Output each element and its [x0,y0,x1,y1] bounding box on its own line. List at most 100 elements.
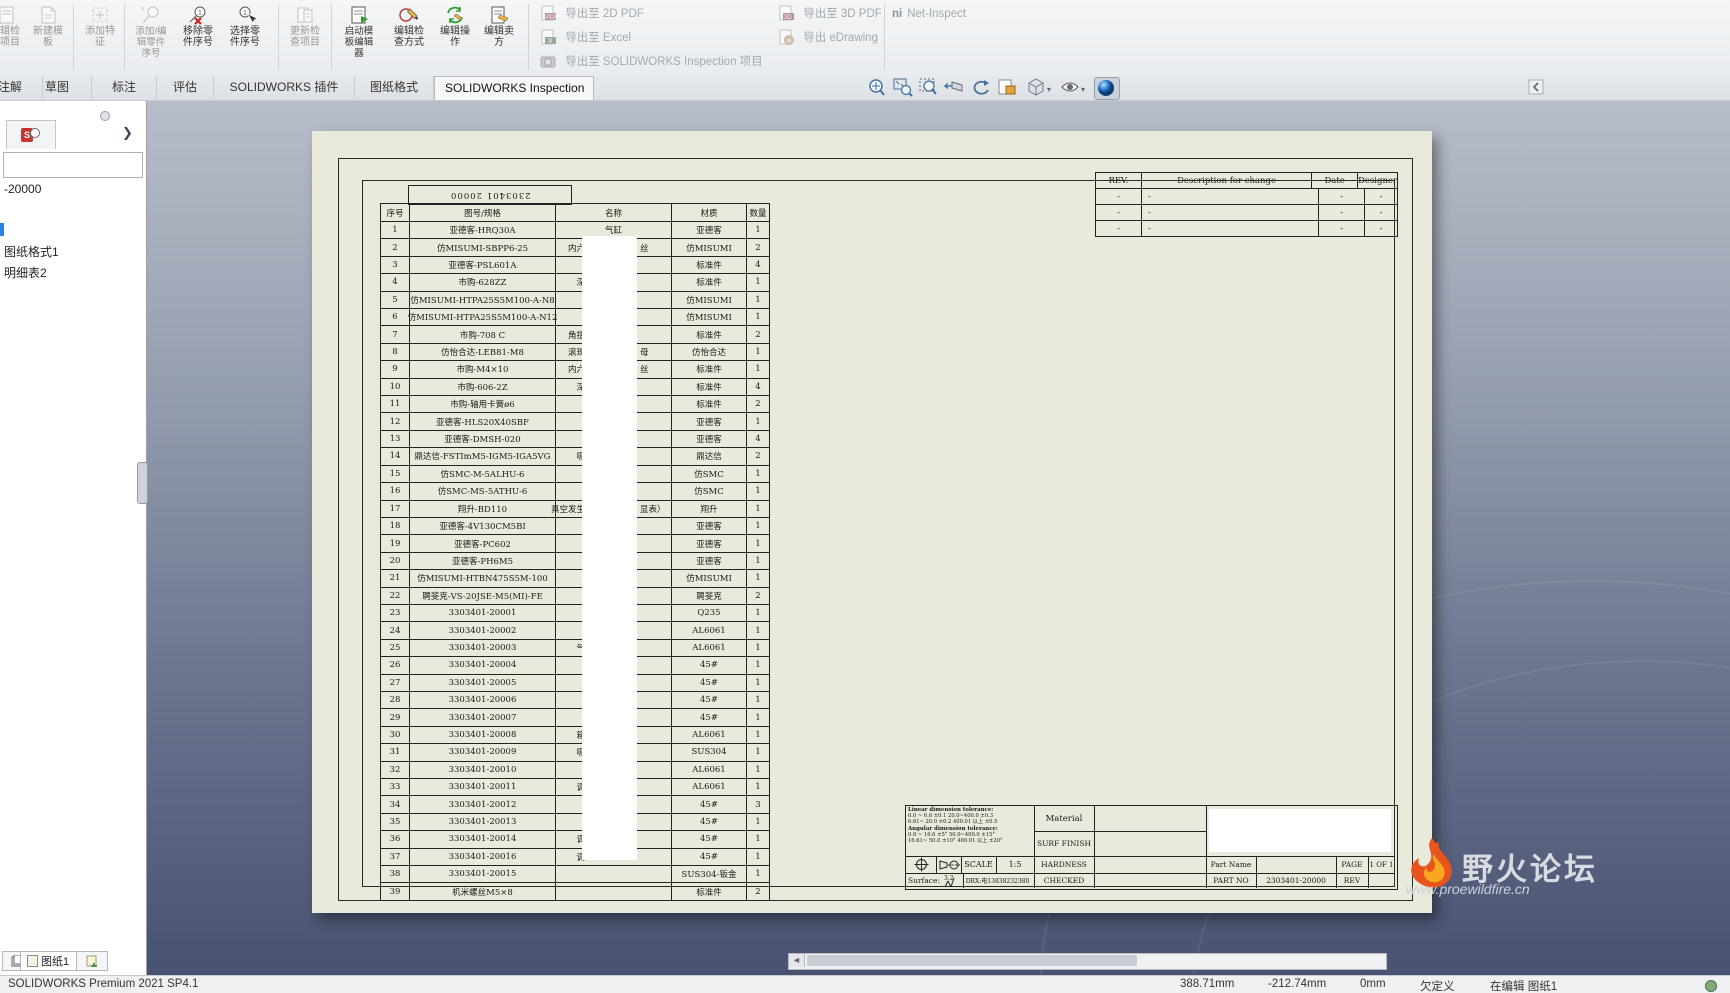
tab-solidworks-addins[interactable]: SOLIDWORKS 插件 [214,76,355,99]
inspection-project-field[interactable] [3,152,143,178]
bom-row: 2 仿MISUMI-SBPP6-25 内六 丝 仿MISUMI 2 [381,238,769,256]
edit-vendor-icon [491,6,509,24]
section-view-icon[interactable] [943,77,968,98]
tree-item-sheet-format[interactable]: 图纸格式1 [4,243,59,260]
revision-table: REV. Description for change Date Designe… [1095,172,1398,237]
hardness-value [1094,856,1207,874]
material-label: Material [1034,806,1095,832]
status-z-coordinate: 0mm [1360,978,1386,990]
launch-template-editor-button[interactable]: 启动模 板编辑 器 [336,2,382,74]
edrawing-icon: e [779,29,794,46]
bom-row: 7 市购-708 C 角接 标准件 2 [381,325,769,343]
chevron-down-icon[interactable]: ▾ [1047,85,1051,94]
bom-row: 24 3303401-20002 AL6061 1 [381,621,769,639]
contact-cell: DRX:电13838232380 [961,873,1035,888]
bom-row: 37 3303401-20016 调 45# 1 [381,847,769,866]
bom-row: 21 仿MISUMI-HTBN475S5M-100 仿MISUMI 1 [381,569,769,587]
update-project-icon [297,7,313,23]
edit-operation-button[interactable]: 编辑操 作 [434,2,476,74]
new-template-button[interactable]: 新建模 板 [26,2,70,74]
censored-region [1209,809,1391,852]
tree-item-bom-table[interactable]: 明细表2 [4,264,47,281]
add-edit-balloon-button[interactable]: * 添加/编 辑零件 序号 [128,2,174,74]
status-bar: SOLIDWORKS Premium 2021 SP4.1 388.71mm -… [0,975,1730,993]
surf-finish-label: SURF FINISH [1034,831,1095,857]
zoom-window-icon[interactable] [892,77,916,98]
add-feature-button[interactable]: 添加特 征 [78,2,122,74]
tab-sketch[interactable]: 草图 [23,76,92,99]
bom-row: 25 3303401-20003 气 AL6061 1 [381,638,769,657]
bom-row: 38 3303401-20015 SUS304-钣金 1 [381,865,769,883]
toolbar-separator [528,4,529,70]
export-2d-pdf-button[interactable]: PDF 导出至 2D PDF [540,3,644,25]
status-definition-state: 欠定义 [1420,981,1455,993]
bom-row: 39 机米螺丝M5×8 标准件 2 [381,882,769,900]
3d-drawing-view-icon[interactable] [996,77,1020,98]
company-logo-cell [1206,806,1395,857]
tab-sheet-format[interactable]: 图纸格式 [355,76,434,99]
bom-row: 31 3303401-20009 吸 SUS304 1 [381,743,769,761]
svg-text:e: e [787,36,792,45]
zoom-to-area-icon[interactable] [918,77,942,98]
chevron-down-icon[interactable]: ▾ [1081,85,1085,94]
export-excel-button[interactable]: X 导出至 Excel [540,27,631,49]
inspection-manager-tab[interactable]: S [6,120,56,149]
export-sw-inspection-project-button[interactable]: 导出至 SOLIDWORKS Inspection 项目 [540,51,763,73]
tab-evaluate[interactable]: 评估 [157,76,214,99]
scroll-left-arrow[interactable]: ◄ [789,954,805,967]
edit-inspection-method-button[interactable]: 编辑检 查方式 [386,2,432,74]
part-no-value: 2303401-20000 [1256,873,1337,888]
status-y-coordinate: -212.74mm [1268,978,1327,990]
drawing-sheet[interactable]: 2303401 20000 序号 图号/规格 名称 材质 数量 1 亚德客-HR… [312,131,1432,913]
tree-item-selected-sliver[interactable] [0,223,4,236]
horizontal-scrollbar[interactable]: ◄ [788,953,1387,970]
panel-expand-arrow-icon[interactable]: ❯ [122,125,133,141]
bom-name-cell [556,883,672,900]
sheet-tab-bar: 图纸1 [0,951,200,971]
net-inspect-button[interactable]: ni Net-Inspect [892,3,966,25]
status-app-version: SOLIDWORKS Premium 2021 SP4.1 [8,978,199,990]
zone-rows-left [338,158,362,902]
export-3d-pdf-button[interactable]: 3D 导出至 3D PDF [778,3,882,25]
edit-inspection-project-button[interactable]: 编辑检 查项目 [0,2,28,74]
solidworks-window: 编辑检 查项目 新建模 板 添加特 征 * 添加/编 辑零件 序号 1 移除零 … [0,0,1730,993]
panel-splitter-dot[interactable] [100,111,110,121]
surface-roughness-symbol: 3.2 [944,875,955,887]
bom-row: 34 3303401-20012 45# 3 [381,795,769,813]
rotate-view-icon[interactable] [970,77,994,98]
pdf-3d-icon: 3D [779,5,794,21]
bom-header-row: 序号 图号/规格 名称 材质 数量 [381,204,769,221]
bom-row: 9 市购-M4×10 内六 丝 标准件 1 [381,360,769,378]
export-edrawing-button[interactable]: e 导出 eDrawing [778,27,878,49]
projection-angle-symbol [936,856,962,874]
tree-item-part-number[interactable]: -20000 [4,182,41,196]
status-indicator-icon[interactable] [1705,980,1717,992]
view-settings-icon[interactable] [1094,77,1120,100]
surface-cell: Surface: 3.2 [906,873,964,888]
panel-resize-grip[interactable] [137,462,148,504]
bom-row: 20 亚德客-PH6M5 亚德客 1 [381,551,769,570]
bom-row: 35 3303401-20013 45# 1 [381,812,769,831]
revision-body: - - - - - - - - - - - - [1096,188,1397,236]
edit-vendor-button[interactable]: 编辑卖 方 [478,2,520,74]
tab-dimension[interactable]: 标注 [92,76,157,99]
scrollbar-thumb[interactable] [807,955,1137,966]
tab-solidworks-inspection[interactable]: SOLIDWORKS Inspection [434,76,594,100]
page-value: 1 OF 1 [1368,856,1395,874]
rev-value [1368,873,1395,888]
bom-row: 13 亚德客-DMSH-020 亚德客 4 [381,429,769,448]
select-balloon-button[interactable]: 1 选择零 件序号 [222,2,268,74]
remove-balloon-button[interactable]: 1 移除零 件序号 [176,2,220,74]
add-sheet-button[interactable] [76,951,108,971]
add-feature-icon [92,7,108,23]
display-style-icon[interactable]: ▾ [1026,77,1056,98]
bom-row: 11 市购-轴用卡簧ø6 标准件 2 [381,395,769,413]
net-inspect-icon: ni [892,8,903,20]
edit-operation-icon [447,6,463,24]
zoom-fit-icon[interactable] [866,77,890,98]
collapse-pane-icon[interactable] [1528,79,1552,100]
bom-row: 1 亚德客-HRQ30A 气缸 亚德客 1 [381,221,769,239]
surf-finish-value [1094,831,1207,857]
hide-show-items-icon[interactable]: ▾ [1060,77,1090,98]
update-inspection-project-button[interactable]: 更新检 查项目 [282,2,328,74]
